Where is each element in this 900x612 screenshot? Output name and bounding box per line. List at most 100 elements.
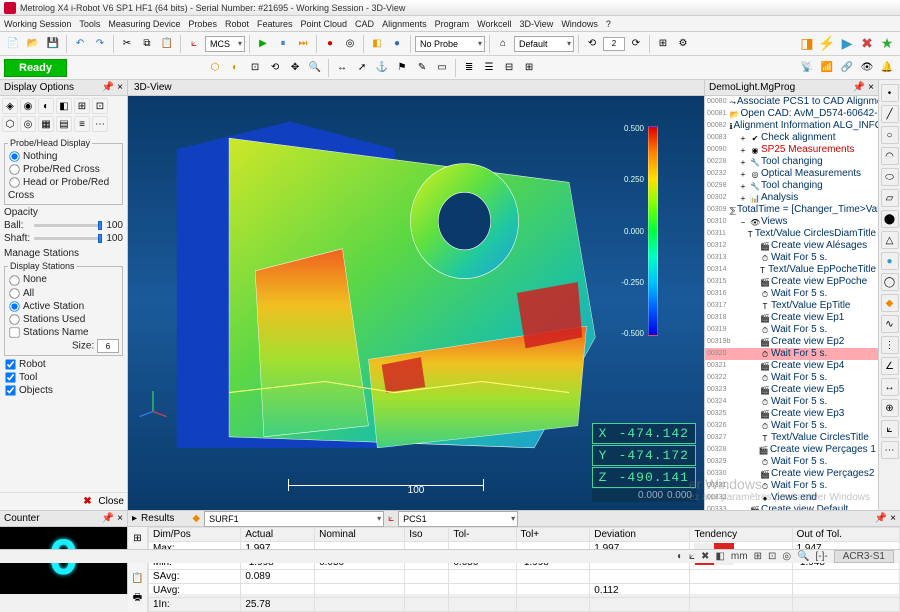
- menu-robot[interactable]: Robot: [225, 19, 249, 29]
- tree-row[interactable]: 00323🎬Create view Ep5: [705, 384, 878, 396]
- view-tab[interactable]: 3D-View: [128, 80, 704, 96]
- tree-row[interactable]: 00228+🔧Tool changing: [705, 156, 878, 168]
- wifi-icon[interactable]: 📶: [818, 59, 836, 77]
- rt-sphere-icon[interactable]: ●: [881, 252, 899, 270]
- rt-point-icon[interactable]: •: [881, 84, 899, 102]
- results-table[interactable]: Dim/PosActualNominalIsoTol-Tol+Deviation…: [148, 527, 900, 612]
- results-close-icon[interactable]: 📌 ×: [875, 513, 896, 524]
- do-i3[interactable]: ◐: [38, 98, 54, 114]
- results-col-header[interactable]: Tol-: [449, 528, 516, 542]
- results-col-header[interactable]: Actual: [241, 528, 315, 542]
- tree-row[interactable]: 00333🎬Create view Default: [705, 504, 878, 510]
- la2-icon[interactable]: ☰: [480, 59, 498, 77]
- results-row[interactable]: 1In:25.78: [149, 598, 900, 612]
- rt-more-icon[interactable]: ⋯: [881, 441, 899, 459]
- view-compass[interactable]: [136, 386, 170, 420]
- do-i10[interactable]: ▤: [56, 116, 72, 132]
- rt-circle-icon[interactable]: ○: [881, 126, 899, 144]
- 3d-viewport[interactable]: 0.5000.2500.000-0.250-0.500 100 X-474.14…: [128, 96, 704, 510]
- counter-pin-icon[interactable]: 📌 ×: [102, 513, 123, 524]
- sb-i4[interactable]: ◧: [715, 551, 724, 562]
- results-col-header[interactable]: Out of Tol.: [792, 528, 899, 542]
- do-i5[interactable]: ⊞: [74, 98, 90, 114]
- close-x-icon[interactable]: ✖: [83, 496, 91, 507]
- probe-combo[interactable]: No Probe: [415, 36, 485, 52]
- play-icon[interactable]: ▶: [254, 35, 272, 53]
- tree-row[interactable]: 00311TText/Value CirclesDiamTitle: [705, 228, 878, 240]
- cut-icon[interactable]: ✂: [118, 35, 136, 53]
- pin-icon[interactable]: 📌 ×: [102, 82, 123, 93]
- ds-all[interactable]: All: [8, 287, 119, 300]
- sb-i1[interactable]: ◐: [677, 551, 683, 562]
- rt-gdt-icon[interactable]: ⊕: [881, 399, 899, 417]
- menu-dview[interactable]: 3D-View: [519, 19, 553, 29]
- menu-probes[interactable]: Probes: [188, 19, 217, 29]
- tree-row[interactable]: 00330🎬Create view Perçages2: [705, 468, 878, 480]
- sb-i7[interactable]: ◎: [782, 551, 791, 562]
- dim-icon[interactable]: ↔: [333, 59, 351, 77]
- copy-icon[interactable]: ⧉: [138, 35, 156, 53]
- tree-row[interactable]: 00310−👁Views: [705, 216, 878, 228]
- spin2-icon[interactable]: ⟳: [627, 35, 645, 53]
- ds-active[interactable]: Active Station: [8, 300, 119, 313]
- menu-tools[interactable]: Tools: [79, 19, 100, 29]
- menu-windows[interactable]: Windows: [561, 19, 598, 29]
- tree-row[interactable]: 00090+◉SP25 Measurements: [705, 144, 878, 156]
- results-col-header[interactable]: Iso: [405, 528, 449, 542]
- mcs-combo[interactable]: MCS: [205, 36, 245, 52]
- cube-icon[interactable]: ◧: [368, 35, 386, 53]
- results-row[interactable]: SAvg:0.089: [149, 570, 900, 584]
- do-i9[interactable]: ▦: [38, 116, 54, 132]
- tree-row[interactable]: 00321🎬Create view Ep4: [705, 360, 878, 372]
- new-icon[interactable]: 📄: [4, 35, 22, 53]
- rt-cyl-icon[interactable]: ⬤: [881, 210, 899, 228]
- sb-i3[interactable]: ✖: [701, 551, 709, 562]
- do-i2[interactable]: ◉: [20, 98, 36, 114]
- spin1-input[interactable]: [603, 37, 625, 51]
- menu-features[interactable]: Features: [257, 19, 293, 29]
- record-icon[interactable]: ●: [321, 35, 339, 53]
- target-icon[interactable]: ◎: [341, 35, 359, 53]
- sb-i8[interactable]: 🔍: [797, 551, 809, 562]
- la3-icon[interactable]: ⊟: [500, 59, 518, 77]
- anchor-icon[interactable]: ⚓: [373, 59, 391, 77]
- res-t4[interactable]: 🖶: [129, 589, 147, 607]
- pause-icon[interactable]: ⏸: [274, 35, 292, 53]
- tree-row[interactable]: 00332●Views end: [705, 492, 878, 504]
- sb-i6[interactable]: ⊡: [768, 551, 776, 562]
- res-t3[interactable]: 📋: [129, 569, 147, 587]
- do-i6[interactable]: ⊡: [92, 98, 108, 114]
- tree-row[interactable]: 00317TText/Value EpTitle: [705, 300, 878, 312]
- res-t1[interactable]: ⊞: [129, 529, 147, 547]
- menu-workingsession[interactable]: Working Session: [4, 19, 71, 29]
- tree-row[interactable]: 00322⏱Wait For 5 s.: [705, 372, 878, 384]
- open-icon[interactable]: 📂: [24, 35, 42, 53]
- menu-program[interactable]: Program: [435, 19, 470, 29]
- ball-slider[interactable]: [34, 224, 102, 227]
- tree-row[interactable]: 00232+◎Optical Measurements: [705, 168, 878, 180]
- flag-icon[interactable]: ⚑: [393, 59, 411, 77]
- results-col-header[interactable]: Nominal: [315, 528, 405, 542]
- shaft-slider[interactable]: [34, 237, 102, 240]
- results-col-header[interactable]: Dim/Pos: [149, 528, 241, 542]
- opt-nothing[interactable]: Nothing: [8, 150, 119, 163]
- menu-[interactable]: ?: [606, 19, 611, 29]
- results-feature-combo[interactable]: SURF1: [204, 511, 384, 527]
- big-play-icon[interactable]: ▶: [838, 35, 856, 53]
- big-bolt-icon[interactable]: ⚡: [818, 35, 836, 53]
- results-col-header[interactable]: Tendency: [690, 528, 792, 542]
- la4-icon[interactable]: ⊞: [520, 59, 538, 77]
- tree-row[interactable]: 00327TText/Value CirclesTitle: [705, 432, 878, 444]
- tree-row[interactable]: 00298+🔧Tool changing: [705, 180, 878, 192]
- size-input[interactable]: [97, 339, 119, 353]
- do-i8[interactable]: ◎: [20, 116, 36, 132]
- tree-row[interactable]: 00080⤳Associate PCS1 to CAD Alignment: [705, 96, 878, 108]
- tree-row[interactable]: 00319b🎬Create view Ep2: [705, 336, 878, 348]
- arrow-icon[interactable]: ➚: [353, 59, 371, 77]
- tree-row[interactable]: 00325🎬Create view Ep3: [705, 408, 878, 420]
- tree-close-icon[interactable]: 📌 ×: [853, 82, 874, 93]
- rt-angle-icon[interactable]: ∠: [881, 357, 899, 375]
- tree-row[interactable]: 00326⏱Wait For 5 s.: [705, 420, 878, 432]
- rt-pattern-icon[interactable]: ⋮: [881, 336, 899, 354]
- tree-row[interactable]: 00313⏱Wait For 5 s.: [705, 252, 878, 264]
